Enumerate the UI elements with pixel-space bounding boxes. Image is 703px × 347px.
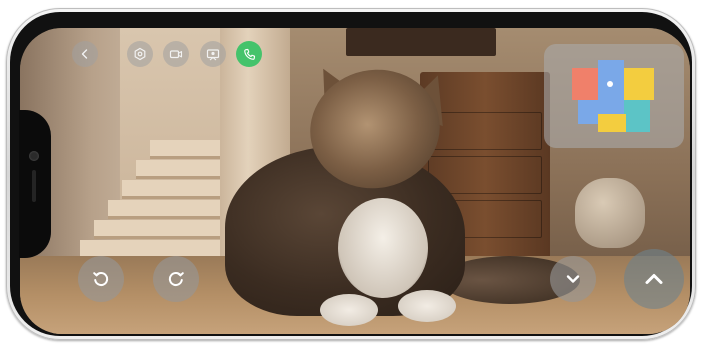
rotate-right-icon: [168, 272, 184, 287]
move-down-button[interactable]: [550, 256, 596, 302]
record-button[interactable]: [163, 41, 189, 67]
photo-capture-icon: [206, 48, 220, 60]
front-camera: [29, 151, 39, 161]
map-room-2b: [578, 100, 598, 124]
chevron-left-icon: [81, 49, 88, 59]
phone-icon: [243, 48, 255, 60]
phone-frame: [6, 8, 696, 340]
cat-paw-right: [398, 290, 456, 322]
picture-frame: [346, 28, 496, 56]
map-room-1: [572, 68, 598, 100]
back-button[interactable]: [72, 41, 98, 67]
rotate-left-button[interactable]: [78, 256, 124, 302]
capture-button[interactable]: [200, 41, 226, 67]
video-camera-icon: [169, 50, 183, 59]
rotate-left-icon: [93, 272, 109, 287]
hexagon-settings-icon: [134, 47, 146, 61]
move-up-button[interactable]: [624, 249, 684, 309]
robot-location-marker: [607, 81, 613, 87]
map-room-4: [624, 100, 650, 132]
camera-feed: [20, 28, 690, 334]
floor-vase: [575, 178, 645, 248]
map-room-3: [624, 68, 654, 100]
cat-paw-left: [320, 294, 378, 326]
camera-notch: [19, 110, 51, 258]
map-room-5: [598, 114, 626, 132]
chevron-up-icon: [645, 274, 663, 284]
settings-button[interactable]: [127, 41, 153, 67]
rotate-right-button[interactable]: [153, 256, 199, 302]
floor-map[interactable]: [544, 44, 684, 148]
cat-chest: [338, 198, 428, 298]
earpiece-speaker: [32, 170, 36, 202]
chevron-down-icon: [566, 275, 580, 283]
call-button[interactable]: [236, 41, 262, 67]
